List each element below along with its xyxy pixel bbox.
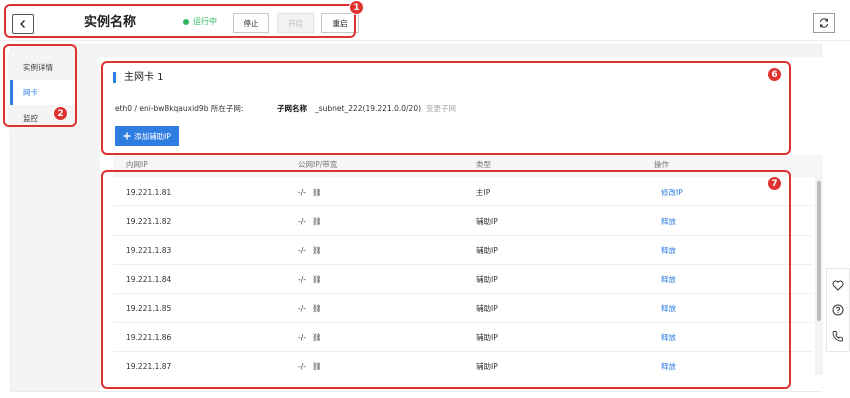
annotation-badge-7: 7 [767, 176, 782, 191]
annotation-badge-6: 6 [767, 67, 782, 82]
refresh-button[interactable] [813, 13, 835, 33]
annotation-badge-2: 2 [53, 106, 68, 121]
annotation-badge-1: 1 [349, 0, 364, 15]
annotation-box-nic [101, 61, 791, 155]
table-scrollbar-thumb[interactable] [817, 181, 821, 321]
app-root: 实例名称 运行中 停止 开启 重启 实例详情 网卡 监控 主网卡 1 eth0 … [0, 0, 850, 398]
annotation-box-table [101, 170, 791, 389]
header-divider [0, 40, 850, 41]
help-question-icon[interactable] [830, 302, 846, 318]
refresh-icon [819, 18, 829, 28]
favorite-heart-icon[interactable] [830, 277, 846, 293]
annotation-box-header [4, 4, 356, 38]
phone-icon[interactable] [830, 328, 846, 344]
